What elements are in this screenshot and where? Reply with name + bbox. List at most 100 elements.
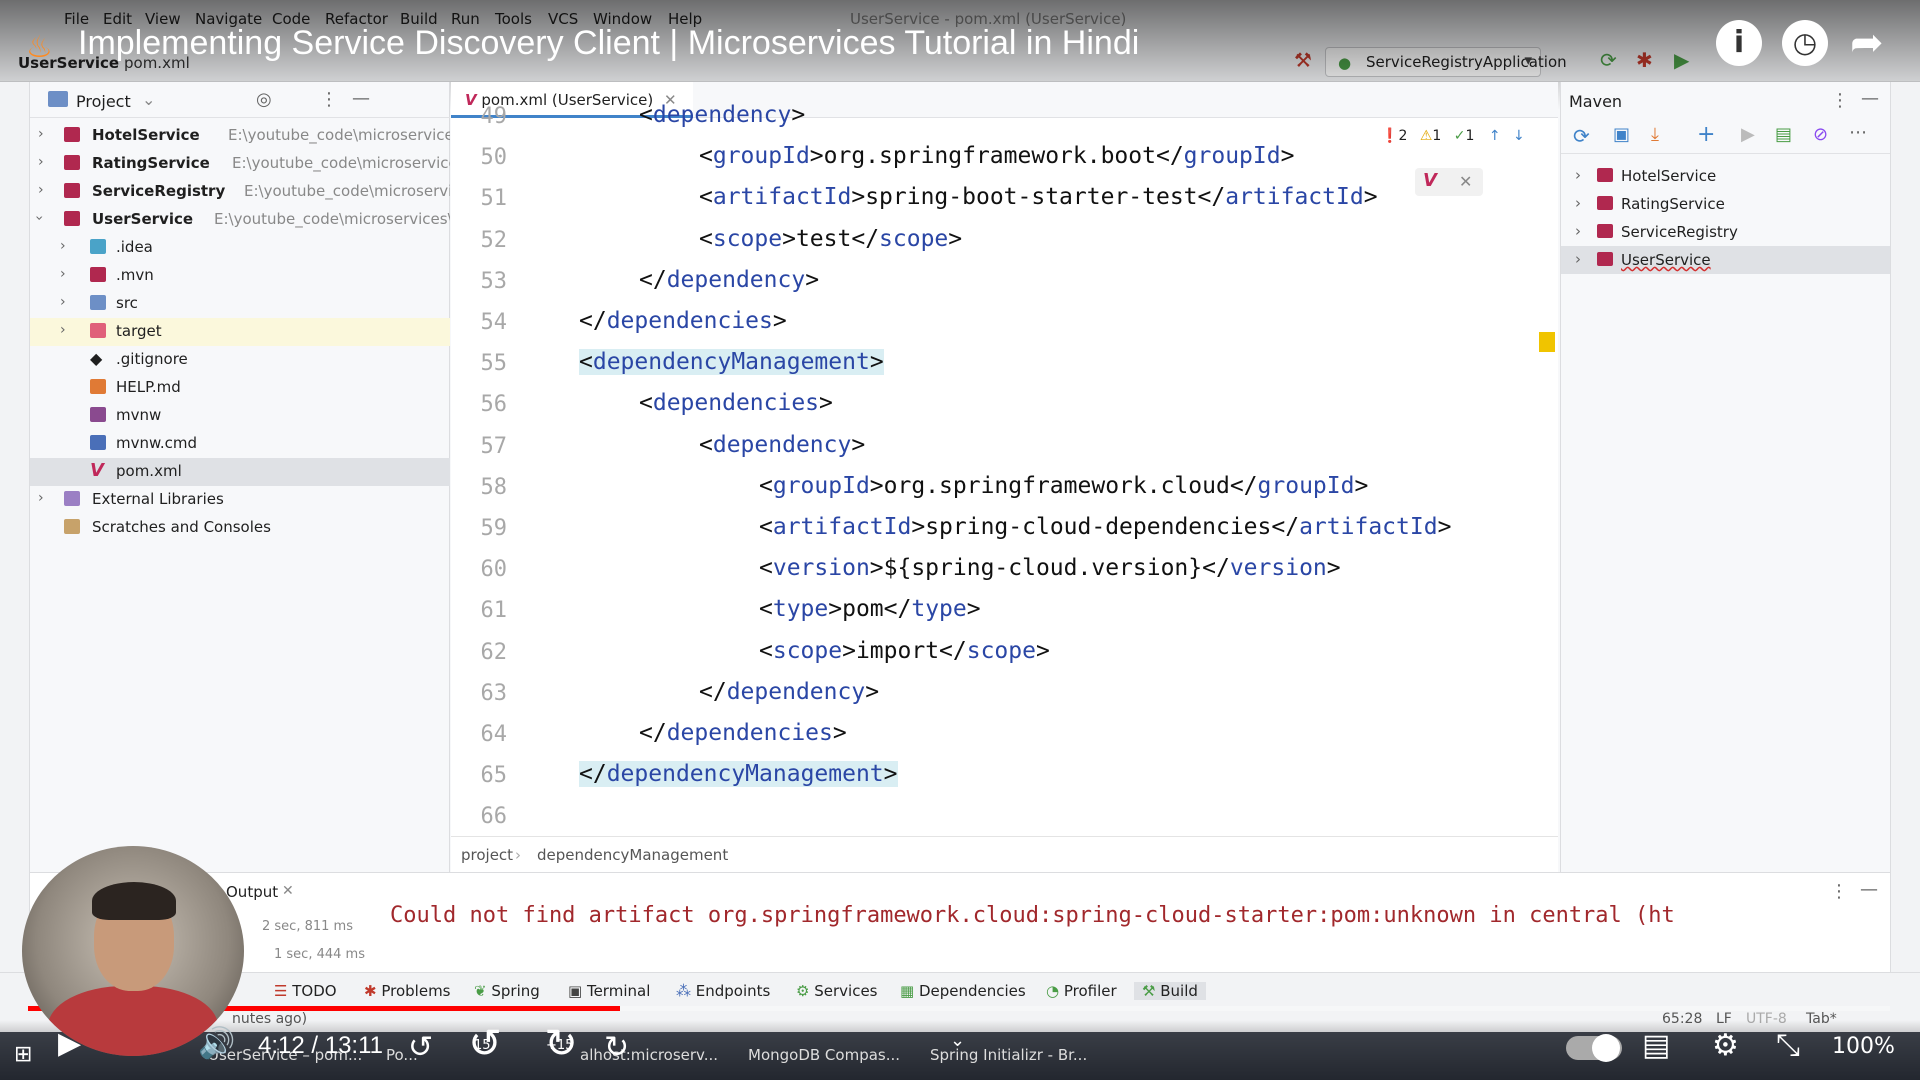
maven-project-ratingservice[interactable]: › RatingService [1561,190,1891,218]
watch-later-icon[interactable]: ◷ [1782,20,1828,66]
chevron-down-icon[interactable]: › [31,215,47,221]
tree-item-userservice[interactable]: › UserService E:\youtube_code\microservi… [30,206,450,234]
target-icon[interactable]: ◎ [256,89,272,110]
settings-gear-icon[interactable]: ⚙ [1712,1028,1739,1063]
breadcrumb-dependency-management[interactable]: dependencyManagement [537,846,728,864]
close-icon[interactable]: ✕ [282,883,294,899]
chevron-right-icon[interactable]: › [38,182,44,198]
tool-build[interactable]: ⚒ Build [1134,982,1206,1000]
tree-item-hotelservice[interactable]: › HotelService E:\youtube_code\microserv… [30,122,450,150]
tree-item-mvnw[interactable]: mvnw [30,402,450,430]
code-line[interactable]: <artifactId>spring-boot-starter-test</ar… [699,184,1378,210]
tree-item-serviceregistry[interactable]: › ServiceRegistry E:\youtube_code\micros… [30,178,450,206]
tree-item-help-md[interactable]: HELP.md [30,374,450,402]
maven-project-userservice[interactable]: › UserService [1561,246,1891,274]
next-highlight-icon[interactable]: ↓ [1513,128,1525,144]
rerun-icon[interactable]: ⟳ [1600,48,1617,72]
tree-item-mvnw-cmd[interactable]: mvnw.cmd [30,430,450,458]
minimize-icon[interactable]: — [1861,88,1879,109]
chevron-right-icon[interactable]: › [38,126,44,142]
more-icon[interactable]: ⋮ [1830,881,1848,902]
video-title[interactable]: Implementing Service Discovery Client | … [78,24,1139,63]
more-icon[interactable]: ⋮ [1831,90,1849,111]
taskbar-item[interactable]: MongoDB Compas... [748,1046,900,1064]
debug-icon[interactable]: ✱ [1636,48,1653,72]
maven-reload-icon[interactable]: V [1423,170,1437,191]
tool-todo[interactable]: ☰ TODO [274,982,337,1000]
code-line[interactable]: <scope>import</scope> [759,638,1050,664]
tool-services[interactable]: ⚙ Services [796,982,878,1000]
tool-endpoints[interactable]: ⁂ Endpoints [676,982,770,1000]
run-icon[interactable]: ▶ [1674,48,1689,72]
tree-item-mvn[interactable]: › .mvn [30,262,450,290]
tool-profiler[interactable]: ◔ Profiler [1046,982,1117,1000]
minimize-icon[interactable]: — [1860,879,1878,900]
code-line[interactable]: <groupId>org.springframework.boot</group… [699,143,1294,169]
chevron-right-icon[interactable]: › [1575,194,1581,212]
output-tab[interactable]: Output [226,883,278,901]
tool-terminal[interactable]: ▣ Terminal [568,982,650,1000]
tool-spring[interactable]: ❦ Spring [474,982,540,1000]
info-icon[interactable]: i [1716,20,1762,66]
warning-marker[interactable] [1539,332,1555,352]
code-line[interactable]: <groupId>org.springframework.cloud</grou… [759,473,1368,499]
maven-project-hotelservice[interactable]: › HotelService [1561,162,1891,190]
chevron-down-icon[interactable]: ⌄ [950,1030,965,1051]
build-hammer-icon[interactable]: ⚒ [1294,48,1312,72]
close-icon[interactable]: ✕ [1459,172,1472,191]
chevron-right-icon[interactable]: › [60,322,66,338]
subtitles-icon[interactable]: ▤ [1642,1028,1670,1063]
code-line[interactable]: </dependencyManagement> [579,761,898,788]
exit-fullscreen-icon[interactable]: ⤡ [1776,1028,1800,1063]
share-icon[interactable]: ➦ [1850,20,1884,66]
seek-back-small-icon[interactable]: ↺ [408,1030,433,1065]
maven-reload-popup[interactable]: V ✕ [1415,168,1483,196]
breadcrumb-project[interactable]: project [461,846,513,864]
chevron-right-icon[interactable]: › [38,154,44,170]
maven-project-serviceregistry[interactable]: › ServiceRegistry [1561,218,1891,246]
toggle-offline-icon[interactable]: ⊘ [1813,124,1828,145]
autoplay-toggle[interactable] [1566,1034,1622,1062]
seek-back-button[interactable]: ↺ 15 [456,1024,514,1070]
reload-icon[interactable]: ⟳ [1573,124,1590,148]
prev-highlight-icon[interactable]: ↑ [1489,128,1501,144]
taskbar-item[interactable]: alhost:microserv... [580,1046,718,1064]
code-line[interactable]: </dependencies> [579,308,787,334]
more-icon[interactable]: ⋯ [1849,122,1867,143]
code-line[interactable]: <scope>test</scope> [699,226,962,252]
plus-icon[interactable]: + [1697,122,1715,147]
project-panel-title[interactable]: Project [76,92,131,111]
windows-start-icon[interactable]: ⊞ [14,1042,32,1067]
tree-item-external-libraries[interactable]: › External Libraries [30,486,450,514]
tree-item-src[interactable]: › src [30,290,450,318]
chevron-right-icon[interactable]: › [1575,166,1581,184]
inspection-widget[interactable]: ❗2 ⚠1 ✓1 ↑ ↓ [1381,128,1525,144]
code-line[interactable]: <artifactId>spring-cloud-dependencies</a… [759,514,1451,540]
code-line[interactable]: </dependency> [699,679,879,705]
tree-item-idea[interactable]: › .idea [30,234,450,262]
chevron-down-icon[interactable]: ⌄ [142,90,155,109]
tree-item-gitignore[interactable]: ◆ .gitignore [30,346,450,374]
code-line[interactable]: </dependency> [639,267,819,293]
chevron-right-icon[interactable]: › [1575,222,1581,240]
chevron-right-icon[interactable]: › [60,294,66,310]
tree-item-target[interactable]: › target [30,318,450,346]
tool-dependencies[interactable]: ▦ Dependencies [900,982,1026,1000]
chevron-right-icon[interactable]: › [60,238,66,254]
tree-item-ratingservice[interactable]: › RatingService E:\youtube_code\microser… [30,150,450,178]
seek-forward-small-icon[interactable]: ↻ [604,1030,629,1065]
add-project-icon[interactable]: ▣ [1613,124,1630,145]
code-line[interactable]: <dependency> [699,432,865,458]
code-line[interactable]: </dependencies> [639,720,847,746]
code-line[interactable]: <dependencies> [639,390,833,416]
chevron-right-icon[interactable]: › [1575,250,1581,268]
seek-forward-button[interactable]: ↻ +15 [532,1024,590,1070]
more-icon[interactable]: ⋮ [320,89,338,110]
chevron-right-icon[interactable]: › [38,490,44,506]
run-config-select[interactable]: ● ServiceRegistryApplication ▾ [1325,47,1567,77]
video-progress-bar[interactable] [28,1006,1890,1011]
tool-problems[interactable]: ✱ Problems [364,982,451,1000]
execute-goal-icon[interactable]: ▤ [1775,124,1792,145]
code-line[interactable]: <dependency> [639,102,805,128]
download-icon[interactable]: ⤓ [1651,124,1659,145]
